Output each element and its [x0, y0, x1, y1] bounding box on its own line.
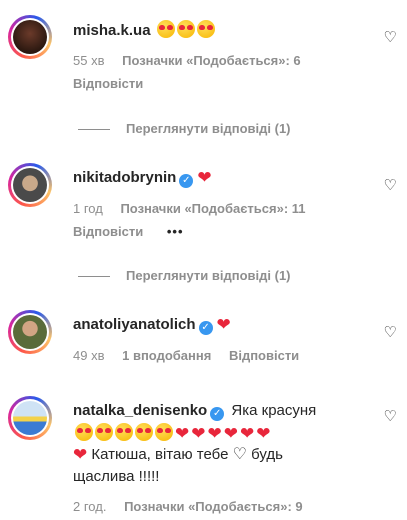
- comment-time[interactable]: 49 хв: [73, 348, 104, 363]
- likes-count[interactable]: Позначки «Подобається»: 11: [120, 201, 305, 216]
- like-heart-icon[interactable]: ♡: [384, 407, 397, 425]
- avatar-photo: [13, 315, 47, 349]
- verified-badge-icon: ✓: [210, 407, 225, 421]
- red-heart-emoji-icon: ❤: [223, 424, 238, 443]
- avatar-photo: [13, 20, 47, 54]
- red-heart-emoji-icon: ❤: [240, 424, 255, 443]
- heart-eyes-emoji-icon: [176, 20, 195, 38]
- red-heart-emoji-icon: ❤: [191, 424, 206, 443]
- avatar[interactable]: [8, 163, 52, 207]
- like-heart-icon[interactable]: ♡: [384, 176, 397, 194]
- comment-text: Катюша, вітаю тебе: [91, 446, 229, 463]
- heart-eyes-emoji-icon: [115, 423, 133, 441]
- heart-eyes-emoji-icon: [196, 20, 215, 38]
- comment-time[interactable]: 2 год.: [73, 499, 106, 514]
- reply-button[interactable]: Відповісти: [73, 224, 143, 239]
- heart-eyes-emoji-icon: [75, 423, 93, 441]
- verified-badge-icon: ✓: [198, 321, 213, 335]
- likes-count[interactable]: 1 вподобання: [122, 348, 211, 363]
- like-heart-icon[interactable]: ♡: [384, 323, 397, 341]
- avatar-photo: [13, 401, 47, 435]
- red-heart-emoji-icon: ❤: [207, 424, 222, 443]
- like-heart-icon[interactable]: ♡: [384, 28, 397, 46]
- comment-time[interactable]: 55 хв: [73, 53, 104, 68]
- avatar-photo: [13, 168, 47, 202]
- red-heart-emoji-icon: ❤: [197, 168, 212, 187]
- reply-button[interactable]: Відповісти: [229, 348, 299, 363]
- avatar[interactable]: [8, 396, 52, 440]
- likes-count[interactable]: Позначки «Подобається»: 9: [124, 499, 303, 514]
- heart-eyes-emoji-icon: [135, 423, 153, 441]
- view-replies-button[interactable]: Переглянути відповіді (1): [78, 120, 291, 138]
- reply-button[interactable]: Відповісти: [73, 75, 143, 93]
- avatar[interactable]: [8, 310, 52, 354]
- avatar[interactable]: [8, 15, 52, 59]
- comment-time[interactable]: 1 год: [73, 201, 103, 216]
- red-heart-emoji-icon: ❤: [175, 424, 190, 443]
- view-replies-button[interactable]: Переглянути відповіді (1): [78, 267, 291, 285]
- comment-text: щаслива !!!!!: [73, 468, 160, 485]
- verified-badge-icon: ✓: [179, 174, 194, 188]
- emoji-row: ❤ ❤ ❤ ❤ ❤ ❤: [73, 423, 271, 444]
- heart-eyes-emoji-icon: [156, 20, 175, 38]
- username[interactable]: misha.k.ua: [73, 22, 151, 39]
- divider: [78, 276, 110, 278]
- username[interactable]: nikitadobrynin: [73, 169, 176, 186]
- red-heart-emoji-icon: ❤: [256, 424, 271, 443]
- comment-text: Яка красуня: [231, 402, 317, 419]
- username[interactable]: anatoliyanatolich: [73, 316, 196, 333]
- comment-text: будь: [251, 446, 283, 463]
- divider: [78, 129, 110, 131]
- red-heart-emoji-icon: ❤: [216, 315, 231, 334]
- username[interactable]: natalka_denisenko: [73, 402, 207, 419]
- white-heart-emoji-icon: ♡: [232, 446, 247, 463]
- likes-count[interactable]: Позначки «Подобається»: 6: [122, 53, 301, 68]
- red-heart-emoji-icon: ❤: [73, 445, 88, 464]
- heart-eyes-emoji-icon: [155, 423, 173, 441]
- heart-eyes-emoji-icon: [95, 423, 113, 441]
- more-options-icon[interactable]: •••: [167, 224, 184, 239]
